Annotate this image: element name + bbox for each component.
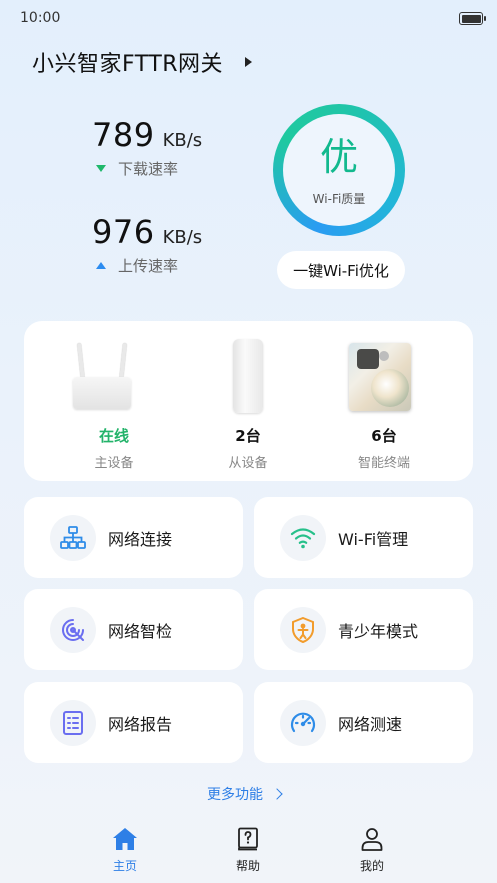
router-image (49, 321, 179, 411)
wifi-icon (280, 514, 326, 561)
gateway-title: 小兴智家FTTR网关 (32, 52, 224, 77)
fn-speed-test[interactable]: 网络测速 (254, 682, 473, 763)
tab-mine-label: 我的 (359, 859, 384, 873)
device-main-status: 在线 (98, 427, 129, 445)
fn-network-connection-label: 网络连接 (108, 529, 173, 549)
upload-arrow-icon (96, 262, 106, 269)
download-speed: 789 KB/s 下载速率 (92, 116, 202, 179)
network-check-icon (50, 606, 96, 653)
device-terminal-status: 6台 (371, 427, 397, 445)
fn-network-check[interactable]: 网络智检 (24, 589, 243, 670)
help-book-icon (238, 827, 258, 851)
tab-help[interactable]: 帮助 (208, 827, 288, 874)
fn-network-connection[interactable]: 网络连接 (24, 497, 243, 578)
status-time: 10:00 (20, 10, 61, 26)
download-value: 789 (92, 116, 155, 154)
device-slave-label: 从设备 (228, 456, 268, 471)
user-icon (361, 828, 383, 851)
status-bar: 10:00 (0, 0, 497, 38)
teen-mode-shield-icon (280, 606, 326, 653)
fn-wifi-management[interactable]: Wi-Fi管理 (254, 497, 473, 578)
fn-speed-test-label: 网络测速 (338, 714, 403, 734)
device-terminal-label: 智能终端 (357, 456, 410, 471)
wifi-optimize-button[interactable]: 一键Wi-Fi优化 (277, 251, 405, 289)
more-functions-label: 更多功能 (207, 787, 263, 803)
fn-teen-mode-label: 青少年模式 (338, 621, 419, 641)
device-main[interactable]: 在线 主设备 (49, 321, 179, 481)
upload-value: 976 (92, 213, 155, 251)
fn-network-check-label: 网络智检 (108, 621, 173, 641)
fn-wifi-management-label: Wi-Fi管理 (338, 529, 409, 549)
fn-teen-mode[interactable]: 青少年模式 (254, 589, 473, 670)
fn-network-report[interactable]: 网络报告 (24, 682, 243, 763)
wifi-quality-label: Wi-Fi质量 (312, 191, 366, 206)
home-icon (113, 828, 137, 850)
upload-label: 上传速率 (118, 257, 179, 275)
upload-unit: KB/s (162, 227, 203, 248)
download-unit: KB/s (162, 130, 203, 151)
fn-network-report-label: 网络报告 (108, 714, 173, 734)
device-slave-status: 2台 (235, 427, 261, 445)
speedometer-icon (280, 699, 326, 746)
slave-unit-image (183, 321, 313, 413)
more-functions-link[interactable]: 更多功能 (207, 784, 283, 804)
device-main-label: 主设备 (94, 456, 134, 471)
upload-speed: 976 KB/s 上传速率 (92, 213, 202, 276)
tab-help-label: 帮助 (235, 859, 260, 873)
report-document-icon (50, 699, 96, 746)
download-label: 下载速率 (118, 160, 179, 178)
network-topology-icon (50, 514, 96, 561)
bottom-tab-bar: 主页 帮助 我的 (0, 815, 497, 883)
device-terminal[interactable]: 6台 智能终端 (319, 321, 449, 481)
smartphone-image (319, 321, 449, 411)
download-arrow-icon (96, 165, 106, 172)
wifi-quality-grade: 优 (319, 134, 358, 179)
devices-card: 在线 主设备 2台 从设备 6台 智能终端 (24, 321, 473, 481)
tab-home-label: 主页 (112, 859, 137, 873)
wifi-quality-ring[interactable]: 优 Wi-Fi质量 (273, 104, 405, 236)
gateway-selector[interactable]: 小兴智家FTTR网关 (32, 44, 253, 80)
triangle-right-icon (245, 57, 253, 67)
chevron-right-icon (271, 788, 283, 800)
tab-mine[interactable]: 我的 (332, 827, 412, 874)
device-slave[interactable]: 2台 从设备 (183, 321, 313, 481)
tab-home[interactable]: 主页 (85, 827, 165, 874)
battery-full-icon (459, 12, 486, 25)
